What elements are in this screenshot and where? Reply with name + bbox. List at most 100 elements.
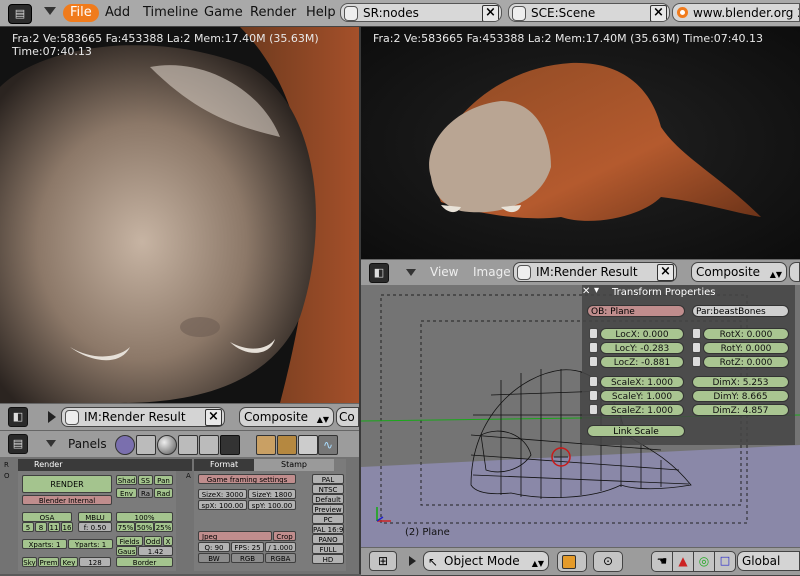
image-unlink-button[interactable]: × xyxy=(205,409,222,426)
buttons-window-icon[interactable]: ▤ xyxy=(8,434,28,454)
scene-selector[interactable]: SCE:Scene × xyxy=(508,3,670,22)
shadow-toggle[interactable]: Shad xyxy=(116,475,137,485)
osa-16[interactable]: 16 xyxy=(61,522,73,532)
3d-view-type-icon[interactable]: ⊞ xyxy=(369,551,397,571)
script-context-icon[interactable] xyxy=(136,435,156,455)
bw-toggle[interactable]: BW xyxy=(198,553,230,563)
menu-image[interactable]: Image xyxy=(473,265,511,279)
res-50[interactable]: 50% xyxy=(135,522,154,532)
image-browse-icon[interactable] xyxy=(65,410,79,425)
image-unlink-button[interactable]: × xyxy=(657,264,674,281)
lock-icon[interactable] xyxy=(589,356,598,367)
link-scale-toggle[interactable]: Link Scale xyxy=(587,425,685,437)
lock-icon[interactable] xyxy=(692,328,701,339)
crop-toggle[interactable]: Crop xyxy=(273,531,296,541)
x-toggle[interactable]: X xyxy=(163,536,173,546)
scale-z-field[interactable]: ScaleZ: 1.000 xyxy=(600,404,684,416)
border-toggle[interactable]: Border xyxy=(116,557,173,567)
close-panel-icon[interactable]: ✕ xyxy=(582,286,590,297)
osa-8[interactable]: 8 xyxy=(35,522,47,532)
yparts-field[interactable]: Yparts: 1 xyxy=(68,539,113,549)
expand-arrow-icon[interactable] xyxy=(409,556,416,566)
menu-game[interactable]: Game xyxy=(200,4,247,22)
composite-selector-right[interactable]: Composite ▲▼ xyxy=(691,262,787,282)
size-y-field[interactable]: SizeY: 1800 xyxy=(248,489,296,499)
composite-selector-extra[interactable] xyxy=(789,262,800,282)
render-button[interactable]: RENDER xyxy=(22,475,112,493)
menu-timeline[interactable]: Timeline xyxy=(139,4,202,22)
shading-context-icon[interactable] xyxy=(157,435,177,455)
collapse-menu-icon[interactable] xyxy=(44,7,56,15)
screen-browse-icon[interactable] xyxy=(344,6,358,21)
rotate-manipulator-toggle[interactable]: ◎ xyxy=(693,551,715,572)
rot-x-field[interactable]: RotX: 0.000 xyxy=(703,328,789,340)
image-selector-left[interactable]: IM:Render Result × xyxy=(61,407,225,427)
preset-default[interactable]: Default xyxy=(312,494,344,504)
renderer-selector[interactable]: Blender Internal xyxy=(22,495,112,505)
preset-pc[interactable]: PC xyxy=(312,514,344,524)
scene-browse-icon[interactable] xyxy=(512,6,526,21)
render-view-right[interactable]: Fra:2 Ve:583665 Fa:453388 La:2 Mem:17.40… xyxy=(361,27,800,259)
format-preset-selector[interactable]: Game framing settings xyxy=(198,474,296,484)
stamp-tab[interactable]: Stamp xyxy=(254,459,334,471)
lock-icon[interactable] xyxy=(589,376,598,387)
image-browse-icon[interactable] xyxy=(517,265,531,280)
lock-icon[interactable] xyxy=(589,390,598,401)
osa-toggle[interactable]: OSA xyxy=(22,512,72,522)
lock-icon[interactable] xyxy=(589,404,598,415)
panels-menu[interactable]: Panels xyxy=(68,437,107,451)
render-buttons-icon[interactable] xyxy=(256,435,276,455)
dim-y-field[interactable]: DimY: 8.665 xyxy=(692,390,789,402)
preset-full[interactable]: FULL xyxy=(312,544,344,554)
orientation-selector[interactable]: Global xyxy=(737,551,800,571)
render-view-left[interactable]: Fra:2 Ve:583665 Fa:453388 La:2 Mem:17.40… xyxy=(0,27,359,403)
window-type-icon[interactable]: ▤ xyxy=(8,4,32,24)
preset-pal169[interactable]: PAL 16:9 xyxy=(312,524,344,534)
image-editor-icon[interactable]: ◧ xyxy=(8,407,28,427)
collapse-menu-icon[interactable] xyxy=(406,269,416,276)
file-format-selector[interactable]: Jpeg xyxy=(198,531,272,541)
ss-toggle[interactable]: SS xyxy=(138,475,153,485)
key-toggle[interactable]: Key xyxy=(60,557,78,567)
blender-link[interactable]: www.blender.org 2 xyxy=(672,3,800,22)
editing-context-icon[interactable] xyxy=(199,435,219,455)
translate-manipulator-toggle[interactable]: ▲ xyxy=(672,551,694,572)
rgb-toggle[interactable]: RGB xyxy=(231,553,264,563)
size-x-field[interactable]: SizeX: 3000 xyxy=(198,489,247,499)
gauss-filter-toggle[interactable]: Gaus xyxy=(116,546,137,556)
anim-buttons-icon[interactable] xyxy=(277,435,297,455)
wave-buttons-icon[interactable]: ∿ xyxy=(318,435,338,455)
loc-x-field[interactable]: LocX: 0.000 xyxy=(600,328,684,340)
scene-delete-button[interactable]: × xyxy=(650,5,667,21)
dim-x-field[interactable]: DimX: 5.253 xyxy=(692,376,789,388)
object-name-field[interactable]: OB: Plane xyxy=(587,305,685,317)
preset-hd[interactable]: HD xyxy=(312,554,344,564)
loc-y-field[interactable]: LocY: -0.283 xyxy=(600,342,684,354)
object-context-icon[interactable] xyxy=(178,435,198,455)
logic-context-icon[interactable] xyxy=(115,435,135,455)
preset-pal[interactable]: PAL xyxy=(312,474,344,484)
osa-5[interactable]: 5 xyxy=(22,522,34,532)
motion-blur-factor[interactable]: f: 0.50 xyxy=(78,522,112,532)
draw-type-selector[interactable] xyxy=(557,551,587,572)
image-selector-right[interactable]: IM:Render Result × xyxy=(513,262,677,282)
sound-buttons-icon[interactable] xyxy=(298,435,318,455)
scale-manipulator-toggle[interactable]: □ xyxy=(714,551,736,572)
env-toggle[interactable]: Env xyxy=(116,488,137,498)
aspect-x-field[interactable]: spX: 100.00 xyxy=(198,500,247,510)
res-75[interactable]: 75% xyxy=(116,522,135,532)
preset-preview[interactable]: Preview xyxy=(312,504,344,514)
3d-viewport[interactable]: (2) Plane ✕ ▾ Transform Properties OB: P… xyxy=(361,285,800,547)
preset-ntsc[interactable]: NTSC xyxy=(312,484,344,494)
res-100[interactable]: 100% xyxy=(116,512,173,522)
hand-manipulator-toggle[interactable]: ☚ xyxy=(651,551,673,572)
rot-y-field[interactable]: RotY: 0.000 xyxy=(703,342,789,354)
premul-toggle[interactable]: Prem xyxy=(38,557,59,567)
motion-blur-toggle[interactable]: MBLU xyxy=(78,512,112,522)
dim-z-field[interactable]: DimZ: 4.857 xyxy=(692,404,789,416)
fields-toggle[interactable]: Fields xyxy=(116,536,143,546)
lock-icon[interactable] xyxy=(589,328,598,339)
radiosity-toggle[interactable]: Rad xyxy=(154,488,173,498)
menu-help[interactable]: Help xyxy=(302,4,340,22)
xparts-field[interactable]: Xparts: 1 xyxy=(22,539,67,549)
